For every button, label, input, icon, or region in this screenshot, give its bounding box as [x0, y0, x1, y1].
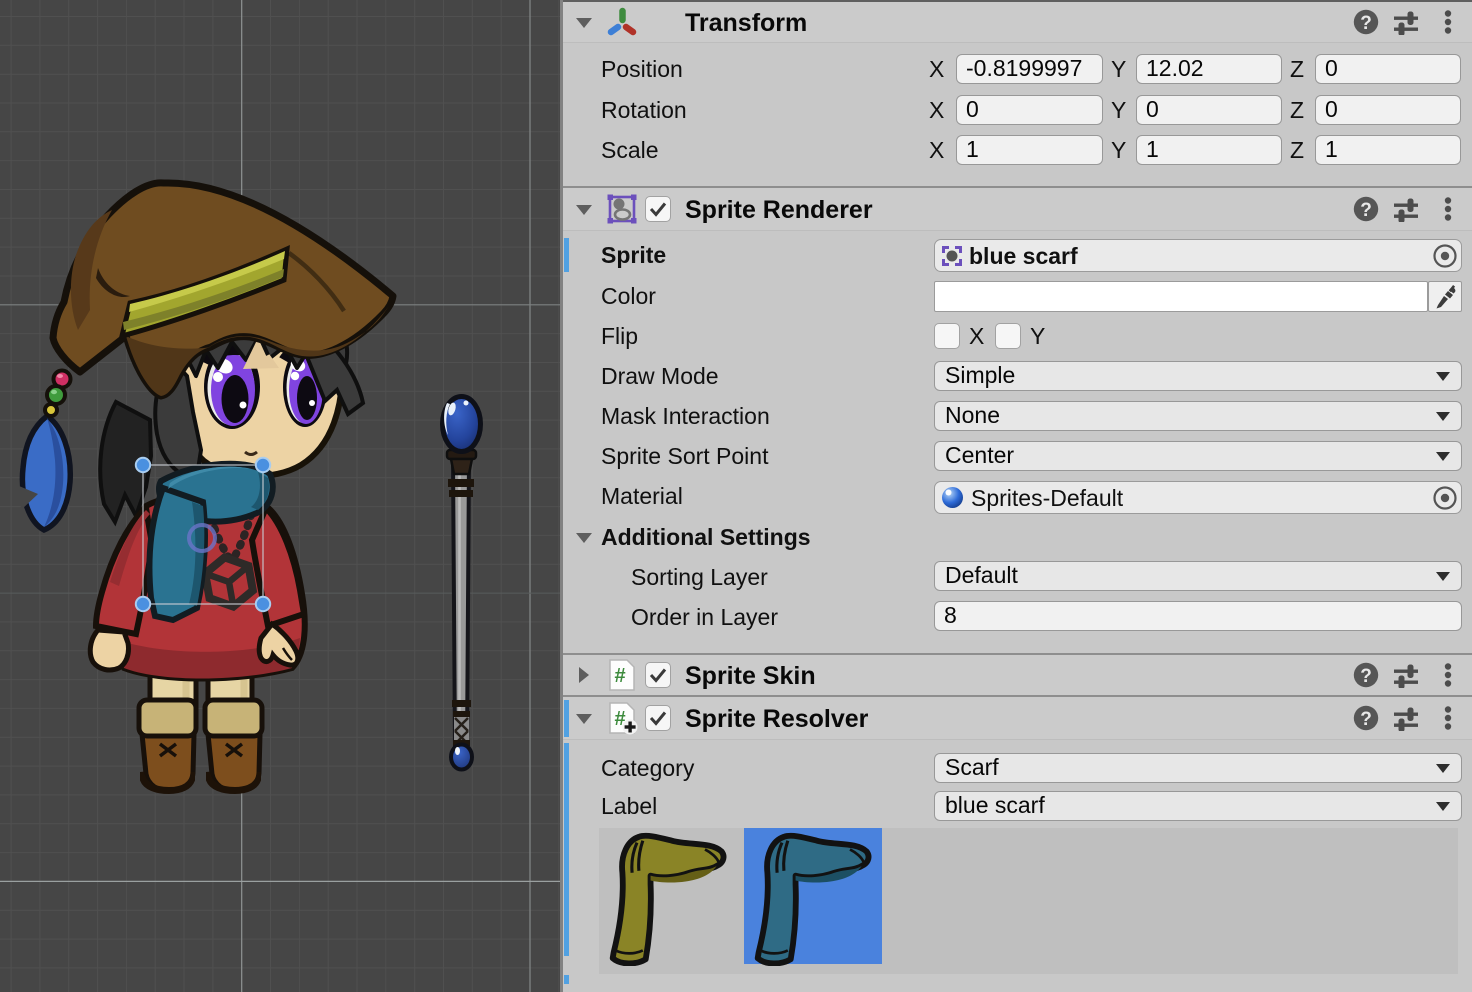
svg-text:?: ? — [1360, 709, 1372, 730]
svg-text:?: ? — [1360, 13, 1372, 34]
svg-text:#: # — [614, 665, 625, 687]
svg-text:?: ? — [1360, 200, 1372, 221]
svg-text:?: ? — [1360, 666, 1372, 687]
